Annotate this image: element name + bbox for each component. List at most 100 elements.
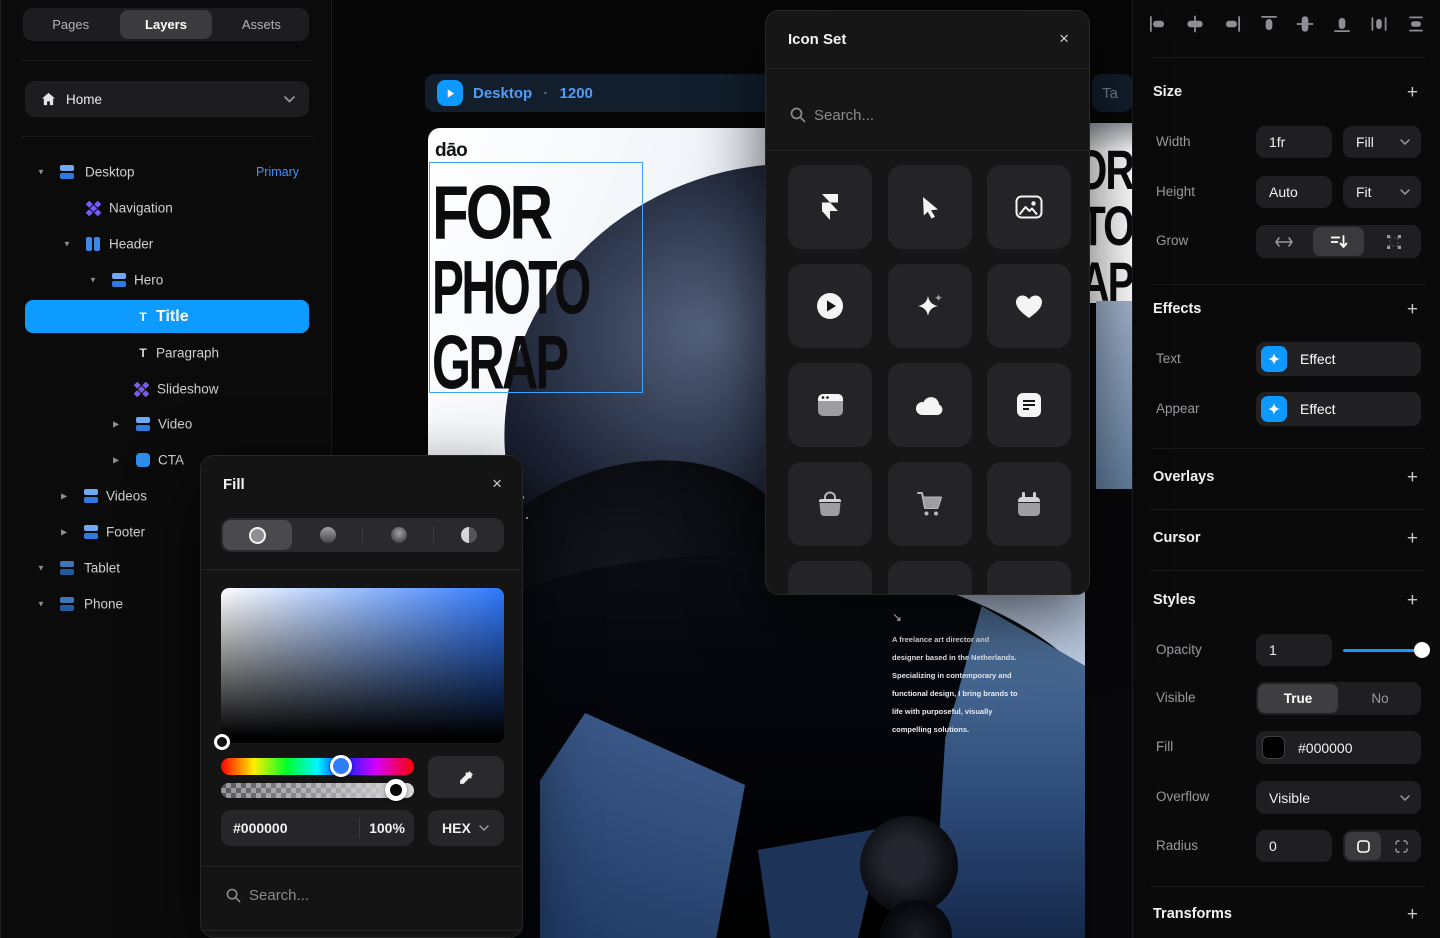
layer-row-paragraph[interactable]: T Paragraph [1,335,333,371]
align-left-icon[interactable] [1147,13,1169,35]
icon-set-popup: Icon Set × [765,10,1090,595]
hue-slider[interactable] [221,758,414,775]
layer-row-video[interactable]: ▶ Video [1,406,333,442]
alpha-slider-knob[interactable] [385,779,407,801]
radius-uniform-icon[interactable] [1345,832,1381,860]
align-center-horizontal-icon[interactable] [1184,13,1206,35]
icon-tile-note[interactable] [987,363,1071,447]
layer-row-title-selected[interactable]: T Title [25,300,309,333]
icon-tile-image[interactable] [987,165,1071,249]
icon-tile-bag[interactable] [788,462,872,546]
layer-row-desktop[interactable]: ▼ Desktop Primary [1,154,333,190]
stack-layer-icon [83,488,99,504]
icon-tile-framer[interactable] [788,165,872,249]
icon-tile-heart[interactable] [987,264,1071,348]
tablet-frame[interactable]: FOR PHOTO GRAP [1090,123,1133,938]
icon-tile-browser[interactable] [788,363,872,447]
icon-search-input[interactable] [814,101,1054,129]
add-cursor-button[interactable]: + [1407,528,1418,550]
opacity-percent-value[interactable]: 100% [360,820,414,836]
tablet-frame-label-bar[interactable]: Ta [1092,74,1133,112]
color-format-select[interactable]: HEX [428,810,504,846]
overflow-select[interactable]: Visible [1256,781,1421,814]
color-picker-cursor[interactable] [214,734,230,750]
disclosure-down-icon[interactable]: ▼ [37,168,45,177]
fill-search-input[interactable] [249,882,479,908]
radius-input[interactable]: 0 [1256,830,1332,862]
add-effect-button[interactable]: + [1407,299,1418,321]
icon-tile-calendar[interactable] [987,462,1071,546]
grow-list-down-selected[interactable] [1313,227,1364,256]
close-icon[interactable]: × [492,474,502,494]
add-overlay-button[interactable]: + [1407,467,1418,489]
appear-effect-pill[interactable]: Effect [1256,392,1421,426]
add-transform-button[interactable]: + [1407,904,1418,926]
fill-color-swatch[interactable] [1262,736,1285,759]
align-top-icon[interactable] [1258,13,1280,35]
frame-layer-icon [59,560,75,576]
close-icon[interactable]: × [1059,29,1069,49]
disclosure-right-icon[interactable]: ▶ [61,492,67,501]
align-right-icon[interactable] [1221,13,1243,35]
disclosure-right-icon[interactable]: ▶ [113,420,119,429]
align-center-vertical-icon[interactable] [1294,13,1316,35]
icon-tile-partial[interactable] [987,561,1071,595]
height-mode-select[interactable]: Fit [1343,176,1421,208]
tab-assets[interactable]: Assets [216,10,307,39]
grow-scale-icon[interactable] [1366,225,1421,258]
visible-no-option[interactable]: No [1339,682,1421,715]
fill-color-control[interactable]: #000000 [1256,731,1421,764]
disclosure-right-icon[interactable]: ▶ [61,528,67,537]
frame-name[interactable]: Desktop · 1200 [473,85,593,102]
sparkle-effect-icon [1261,396,1287,422]
layer-row-hero[interactable]: ▼ Hero [1,262,333,298]
add-style-button[interactable]: + [1407,590,1418,612]
opacity-input[interactable]: 1 [1256,634,1332,666]
disclosure-down-icon[interactable]: ▼ [37,564,45,573]
width-mode-select[interactable]: Fill [1343,126,1421,158]
chevron-down-icon [479,825,489,831]
align-bottom-icon[interactable] [1331,13,1353,35]
page-selector[interactable]: Home [25,81,309,117]
icon-tile-play[interactable] [788,264,872,348]
layer-row-navigation[interactable]: Navigation [1,190,333,226]
fill-type-solid[interactable] [223,520,292,550]
layer-row-header[interactable]: ▼ Header [1,226,333,262]
text-effect-pill[interactable]: Effect [1256,342,1421,376]
width-input[interactable]: 1fr [1256,126,1332,158]
add-size-button[interactable]: + [1407,82,1418,104]
opacity-slider-track[interactable] [1343,649,1421,652]
fill-type-angular[interactable] [433,518,504,552]
tab-layers[interactable]: Layers [120,10,211,39]
disclosure-down-icon[interactable]: ▼ [89,276,97,285]
height-input[interactable]: Auto [1256,176,1332,208]
icon-tile-cursor[interactable] [888,165,972,249]
color-saturation-area[interactable] [221,588,504,743]
opacity-slider-knob[interactable] [1414,642,1430,658]
icon-tile-partial[interactable] [888,561,972,595]
width-label: Width [1156,134,1191,149]
disclosure-down-icon[interactable]: ▼ [63,240,71,249]
icon-tile-cloud[interactable] [888,363,972,447]
hue-slider-knob[interactable] [330,755,352,777]
tab-pages[interactable]: Pages [25,10,116,39]
icon-tile-sparkles[interactable] [888,264,972,348]
disclosure-down-icon[interactable]: ▼ [37,600,45,609]
distribute-vertical-icon[interactable] [1405,13,1427,35]
fill-type-linear[interactable] [292,518,363,552]
layer-row-slideshow[interactable]: Slideshow [1,371,333,407]
grow-horizontal-arrow-icon[interactable] [1256,225,1311,258]
radius-per-corner-icon[interactable] [1382,830,1421,862]
hex-value[interactable]: #000000 [233,820,288,836]
fill-type-radial[interactable] [363,518,434,552]
distribute-horizontal-icon[interactable] [1368,13,1390,35]
disclosure-right-icon[interactable]: ▶ [113,456,119,465]
tablet-title-line: GRAP [1090,249,1133,322]
chevron-down-icon [284,96,295,103]
preview-play-button[interactable] [437,80,463,106]
hex-value-group[interactable]: #000000 100% [221,810,414,846]
icon-tile-partial[interactable] [788,561,872,595]
visible-true-option[interactable]: True [1258,684,1338,713]
icon-tile-cart[interactable] [888,462,972,546]
eyedropper-button[interactable] [428,756,504,798]
